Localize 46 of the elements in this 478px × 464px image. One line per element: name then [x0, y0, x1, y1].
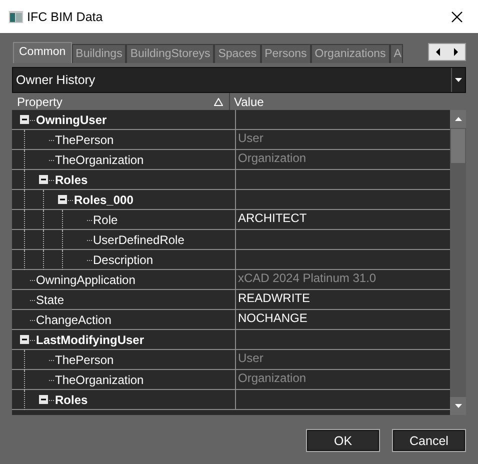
property-name[interactable]: Role	[93, 212, 118, 226]
property-name[interactable]: Roles	[55, 392, 88, 406]
down-arrow-icon	[454, 404, 462, 408]
app-icon	[9, 10, 23, 22]
close-icon[interactable]	[451, 10, 463, 22]
property-name[interactable]: State	[36, 292, 64, 306]
property-value: User	[238, 351, 264, 365]
property-name[interactable]: ThePerson	[55, 352, 114, 366]
scroll-up-button[interactable]	[450, 110, 466, 128]
collapse-icon[interactable]	[20, 335, 29, 344]
property-value: Organization	[238, 371, 306, 385]
property-value: xCAD 2024 Platinum 31.0	[238, 271, 376, 285]
tab[interactable]: Common	[13, 42, 72, 63]
property-name[interactable]: ThePerson	[55, 132, 114, 146]
property-name[interactable]: TheOrganization	[55, 372, 144, 386]
property-name[interactable]: ChangeAction	[36, 312, 112, 326]
dialog-button[interactable]: OK	[306, 429, 380, 452]
scrollbar-thumb[interactable]	[451, 129, 465, 163]
property-name[interactable]: Description	[93, 252, 154, 266]
category-dropdown[interactable]: Owner History	[12, 67, 466, 93]
collapse-icon[interactable]	[39, 175, 48, 184]
property-value: Organization	[238, 151, 306, 165]
up-arrow-icon	[454, 117, 462, 121]
scroll-down-button[interactable]	[450, 397, 466, 415]
property-name[interactable]: OwningUser	[36, 112, 107, 126]
column-header[interactable]: Property	[17, 94, 62, 108]
window-title: IFC BIM Data	[27, 10, 104, 24]
property-value: User	[238, 131, 264, 145]
collapse-icon[interactable]	[20, 115, 29, 124]
column-header[interactable]: Value	[234, 94, 264, 108]
property-value: NOCHANGE	[238, 311, 308, 325]
right-arrow-icon	[453, 48, 459, 56]
property-name[interactable]: LastModifyingUser	[36, 332, 144, 346]
collapse-icon[interactable]	[39, 395, 48, 404]
property-name[interactable]: OwningApplication	[36, 272, 136, 286]
collapse-icon[interactable]	[58, 195, 67, 204]
dialog-button[interactable]: Cancel	[392, 429, 466, 452]
sort-icon[interactable]	[214, 98, 223, 106]
property-name[interactable]: TheOrganization	[55, 152, 144, 166]
property-value: READWRITE	[238, 291, 310, 305]
property-name[interactable]: Roles_000	[74, 192, 134, 206]
property-value: ARCHITECT	[238, 211, 307, 225]
dropdown-arrow-icon	[455, 78, 462, 82]
property-name[interactable]: UserDefinedRole	[93, 232, 184, 246]
left-arrow-icon	[435, 48, 441, 56]
property-name[interactable]: Roles	[55, 172, 88, 186]
